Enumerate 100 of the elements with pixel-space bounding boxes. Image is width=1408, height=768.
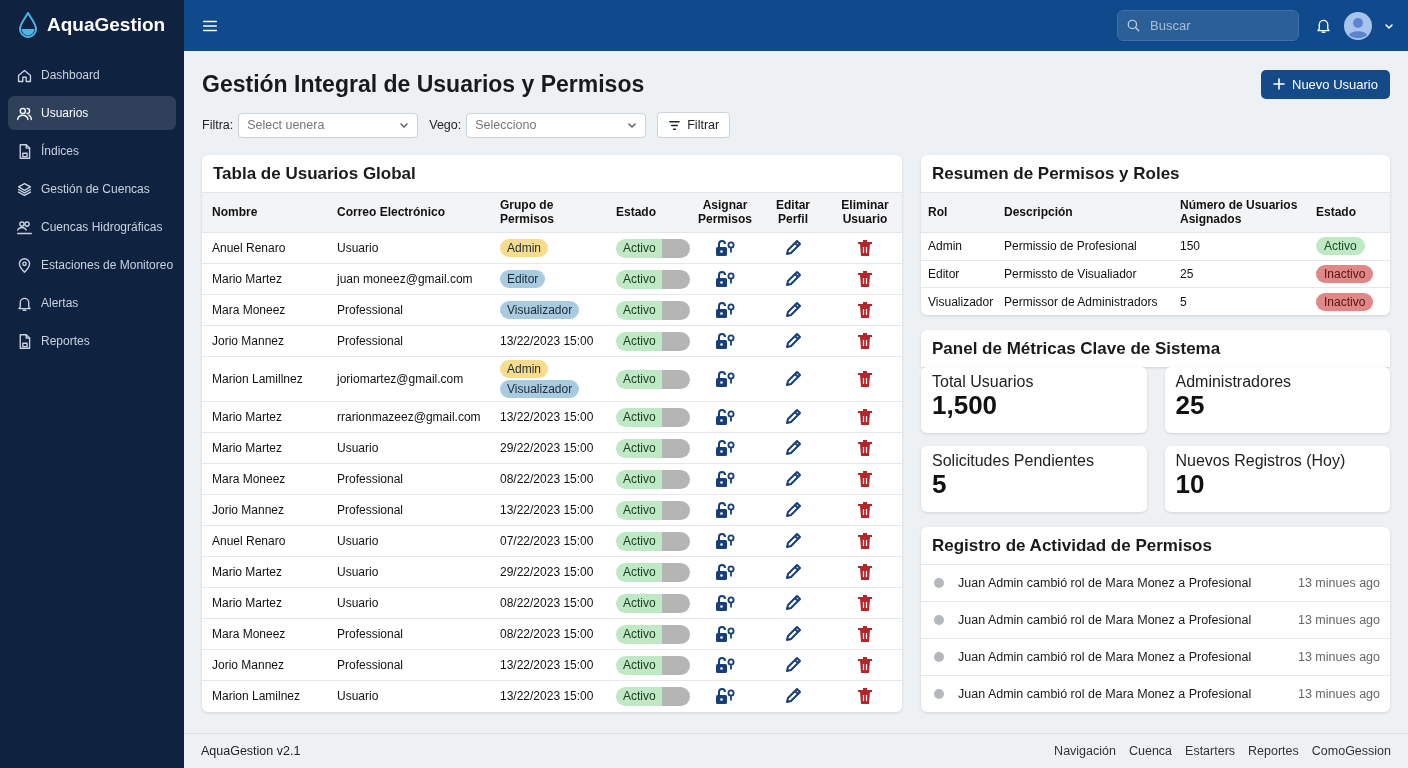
trash-icon[interactable]: [857, 625, 873, 643]
card-title: Resumen de Permisos y Roles: [931, 162, 1181, 185]
status-toggle[interactable]: Activo: [616, 369, 690, 389]
filter-button[interactable]: Filtrar: [657, 112, 731, 138]
pencil-icon[interactable]: [784, 332, 802, 350]
trash-icon[interactable]: [857, 501, 873, 519]
search-field[interactable]: Buscar: [1117, 10, 1299, 41]
trash-icon[interactable]: [857, 370, 873, 388]
metric-label: Nuevos Registros (Hoy): [1175, 452, 1347, 470]
status-toggle[interactable]: Activo: [616, 593, 690, 613]
status-toggle[interactable]: Activo: [616, 269, 690, 289]
bell-icon[interactable]: [1315, 17, 1332, 34]
activity-time: 13 minues ago: [1298, 613, 1380, 627]
card-title: Tabla de Usuarios Global: [212, 162, 417, 185]
table-cell: Anuel Renaro: [212, 534, 286, 548]
pencil-icon[interactable]: [784, 470, 802, 488]
status-toggle[interactable]: Activo: [616, 624, 690, 644]
pencil-icon[interactable]: [784, 439, 802, 457]
lock-key-icon[interactable]: [715, 594, 735, 612]
lock-key-icon[interactable]: [715, 687, 735, 706]
status-toggle[interactable]: Activo: [616, 686, 690, 706]
trash-icon[interactable]: [857, 656, 873, 674]
status-toggle[interactable]: Activo: [616, 300, 690, 320]
group-icon: [16, 218, 33, 236]
pencil-icon[interactable]: [784, 270, 802, 288]
column-header: Eliminar Usuario: [828, 192, 902, 233]
sidebar-item[interactable]: Usuarios: [8, 96, 176, 130]
table-cell: Jorio Mannez: [212, 503, 285, 517]
footer-link[interactable]: Reportes: [1248, 744, 1299, 758]
pencil-icon[interactable]: [784, 594, 802, 612]
new-user-button[interactable]: Nuevo Usuario: [1261, 69, 1390, 99]
lock-key-icon[interactable]: [715, 625, 735, 643]
pencil-icon[interactable]: [784, 532, 802, 550]
table-cell: Mara Moneez: [212, 627, 286, 641]
status-toggle[interactable]: Activo: [616, 331, 690, 351]
trash-icon[interactable]: [857, 532, 873, 550]
trash-icon[interactable]: [857, 563, 873, 581]
trash-icon[interactable]: [857, 408, 873, 426]
trash-icon[interactable]: [857, 594, 873, 612]
trash-icon[interactable]: [857, 687, 873, 706]
footer-link[interactable]: Estarters: [1185, 744, 1236, 758]
status-toggle[interactable]: Activo: [616, 500, 690, 520]
footer-link[interactable]: Cuenca: [1128, 744, 1173, 758]
lock-key-icon[interactable]: [715, 301, 735, 319]
table-cell: juan moneez@gmail.com: [337, 272, 473, 286]
footer-link[interactable]: Navigación: [1054, 744, 1116, 758]
activity-text: Juan Admin cambió rol de Mara Monez a Profesional: [958, 576, 1253, 590]
sidebar-item[interactable]: Cuencas Hidrográficas: [8, 210, 176, 244]
sidebar-item[interactable]: Índices: [8, 134, 176, 168]
lock-key-icon[interactable]: [715, 270, 735, 288]
status-toggle[interactable]: Activo: [616, 438, 690, 458]
activity-time: 13 minues ago: [1298, 650, 1380, 664]
lock-key-icon[interactable]: [715, 656, 735, 674]
pencil-icon[interactable]: [784, 239, 802, 257]
trash-icon[interactable]: [857, 239, 873, 257]
sidebar-item[interactable]: Estaciones de Monitoreo: [8, 248, 176, 282]
status-toggle[interactable]: Activo: [616, 469, 690, 489]
pencil-icon[interactable]: [784, 408, 802, 426]
bullet-icon: [934, 652, 944, 662]
sidebar-item[interactable]: Alertas: [8, 286, 176, 320]
status-toggle[interactable]: Activo: [616, 407, 690, 427]
pencil-icon[interactable]: [784, 501, 802, 519]
table-cell: 13/22/2023 15:00: [500, 334, 594, 348]
card-title: Registro de Actividad de Permisos: [931, 534, 1213, 557]
pencil-icon[interactable]: [784, 687, 802, 706]
trash-icon[interactable]: [857, 332, 873, 350]
pencil-icon[interactable]: [784, 301, 802, 319]
pencil-icon[interactable]: [784, 563, 802, 581]
sidebar-item[interactable]: Dashboard: [8, 58, 176, 92]
lock-key-icon[interactable]: [715, 370, 735, 388]
dropdown[interactable]: Selecciono: [466, 112, 647, 138]
page-title: Gestión Integral de Usuarios y Permisos: [202, 70, 645, 98]
pencil-icon[interactable]: [784, 370, 802, 388]
status-toggle[interactable]: Activo: [616, 238, 690, 258]
trash-icon[interactable]: [857, 301, 873, 319]
lock-key-icon[interactable]: [715, 563, 735, 581]
status-toggle[interactable]: Activo: [616, 562, 690, 582]
trash-icon[interactable]: [857, 470, 873, 488]
lock-key-icon[interactable]: [715, 408, 735, 426]
column-header: Estado: [1309, 192, 1390, 233]
dropdown[interactable]: Select uenera: [238, 112, 419, 138]
lock-key-icon[interactable]: [715, 470, 735, 488]
table-cell: 13/22/2023 15:00: [500, 503, 594, 517]
pencil-icon[interactable]: [784, 625, 802, 643]
lock-key-icon[interactable]: [715, 439, 735, 457]
version-label: AquaGestion v2.1: [201, 744, 301, 758]
sidebar-item[interactable]: Reportes: [8, 324, 176, 358]
status-toggle[interactable]: Activo: [616, 655, 690, 675]
lock-key-icon[interactable]: [715, 239, 735, 257]
lock-key-icon[interactable]: [715, 332, 735, 350]
lock-key-icon[interactable]: [715, 501, 735, 519]
footer-link[interactable]: ComoGession: [1311, 744, 1391, 758]
pencil-icon[interactable]: [784, 656, 802, 674]
activity-text: Juan Admin cambió rol de Mara Monez a Profesional: [958, 650, 1253, 664]
sidebar-item[interactable]: Gestión de Cuencas: [8, 172, 176, 206]
trash-icon[interactable]: [857, 270, 873, 288]
avatar-icon[interactable]: [1344, 11, 1372, 40]
trash-icon[interactable]: [857, 439, 873, 457]
lock-key-icon[interactable]: [715, 532, 735, 550]
status-toggle[interactable]: Activo: [616, 531, 690, 551]
